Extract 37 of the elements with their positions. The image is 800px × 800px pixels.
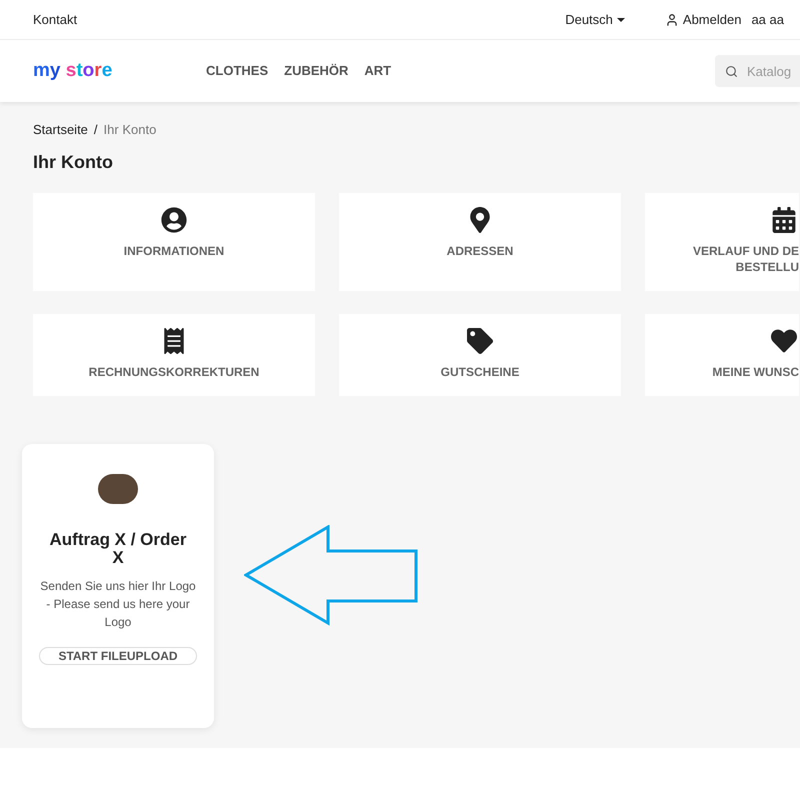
breadcrumb-current: Ihr Konto: [104, 121, 156, 139]
user-icon: [161, 206, 187, 232]
tile-label: VERLAUF UND DE: [692, 242, 799, 258]
language-dropdown[interactable]: Deutsch: [565, 10, 625, 30]
upload-button[interactable]: START FILEUPLOAD: [39, 646, 197, 664]
card-title: Auftrag X / Order X: [48, 530, 188, 566]
page-title: Ihr Konto: [33, 150, 114, 174]
tile-label: MEINE WUNSC: [712, 364, 799, 380]
search-icon: [725, 65, 738, 78]
account-tile[interactable]: MEINE WUNSC: [645, 314, 799, 396]
account-tile[interactable]: INFORMATIONEN: [33, 192, 315, 290]
caret-icon: [616, 18, 625, 22]
tile-label: INFORMATIONEN: [124, 242, 224, 258]
store-logo: my store: [33, 58, 114, 83]
breadcrumb-link[interactable]: Startseite: [33, 120, 88, 140]
tag-icon: [467, 328, 493, 354]
account-tile[interactable]: ADRESSEN: [339, 192, 621, 290]
nav-link[interactable]: CLOTHES: [206, 61, 268, 81]
tile-label: RECHNUNGSKORREKTUREN: [88, 364, 260, 380]
calendar-icon: [771, 206, 797, 232]
contact-link[interactable]: Kontakt: [33, 10, 78, 30]
tile-label: ADRESSEN: [446, 242, 514, 258]
card-text: Senden Sie uns hier Ihr Logo - Please send us here your Logo: [39, 578, 197, 630]
logout-link[interactable]: Abmelden: [664, 10, 742, 30]
breadcrumb-separator: /: [94, 121, 98, 139]
user-icon: [664, 12, 679, 26]
account-tile[interactable]: GUTSCHEINE: [339, 314, 621, 396]
user-name: aa aa: [751, 10, 784, 29]
nav-link[interactable]: ZUBEHÖR: [284, 61, 348, 81]
account-tile[interactable]: VERLAUF UND DE BESTELLU: [645, 192, 799, 290]
tile-label: BESTELLU: [736, 258, 799, 274]
tile-label: GUTSCHEINE: [440, 364, 520, 380]
nav-link[interactable]: ART: [364, 61, 392, 81]
account-tile[interactable]: RECHNUNGSKORREKTUREN: [33, 314, 315, 396]
logo-photo-placeholder: [98, 474, 138, 504]
search-field[interactable]: Katalog: [715, 55, 800, 87]
heart-icon: [771, 328, 797, 354]
